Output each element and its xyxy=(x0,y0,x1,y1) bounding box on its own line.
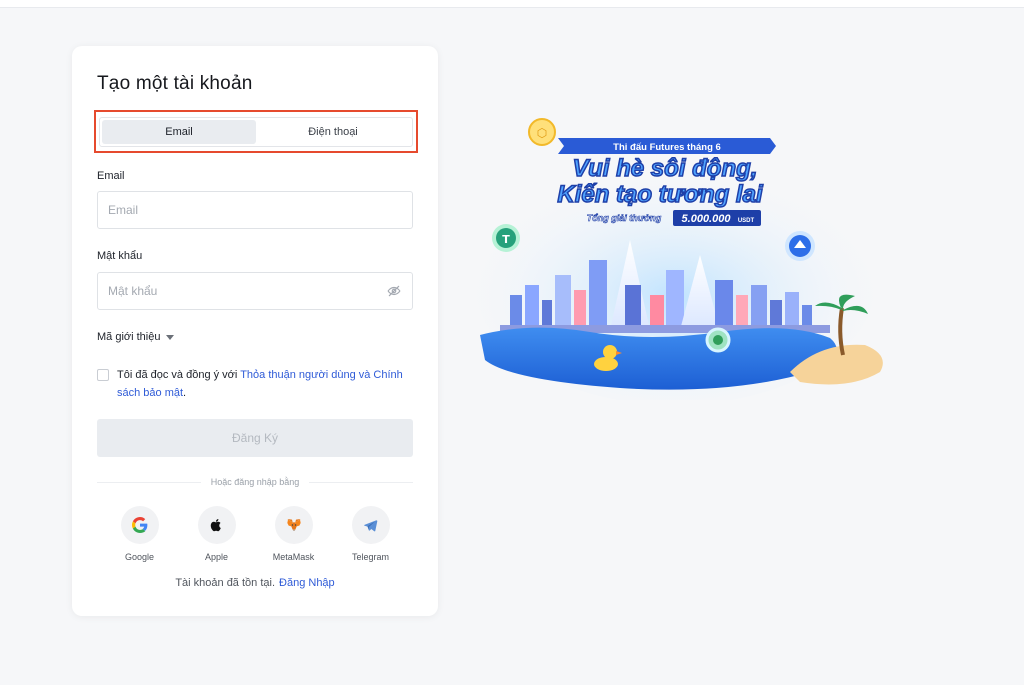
telegram-icon xyxy=(351,506,390,544)
promo-banner: ⬡ T Thi đấu Futures tháng 6 Vui hè sôi đ… xyxy=(475,118,883,400)
password-field-wrapper xyxy=(97,272,413,310)
google-icon xyxy=(120,506,159,544)
register-button[interactable]: Đăng Ký xyxy=(97,419,413,457)
divider-text: Hoặc đăng nhập bằng xyxy=(210,477,300,487)
svg-text:⬡: ⬡ xyxy=(537,126,547,140)
chevron-down-icon xyxy=(166,334,175,340)
chainlink-coin-icon: ⬡ xyxy=(528,118,556,146)
divider-line xyxy=(97,481,201,483)
prize-value: 5.000.000 xyxy=(682,213,732,225)
signup-method-tabs: Email Điện thoại xyxy=(99,117,413,147)
divider-line xyxy=(309,481,414,483)
page-title: Tạo một tài khoản xyxy=(97,73,253,94)
metamask-label: MetaMask xyxy=(272,552,315,562)
top-bar xyxy=(0,0,1024,8)
apple-login-button[interactable]: Apple xyxy=(187,506,247,562)
promo-headline-1: Vui hè sôi động, xyxy=(573,155,758,182)
svg-text:T: T xyxy=(502,233,510,246)
eye-off-icon[interactable] xyxy=(386,283,402,299)
password-label: Mật khẩu xyxy=(97,250,143,262)
login-row: Tài khoản đã tồn tại. Đăng Nhập xyxy=(72,577,438,589)
password-input[interactable] xyxy=(108,284,386,298)
telegram-login-button[interactable]: Telegram xyxy=(341,506,401,562)
promo-ribbon-text: Thi đấu Futures tháng 6 xyxy=(613,142,721,153)
apple-label: Apple xyxy=(204,552,229,562)
agreement-prefix: Tôi đã đọc và đồng ý với xyxy=(117,369,241,381)
referral-code-toggle[interactable]: Mã giới thiệu xyxy=(97,331,175,343)
tab-email[interactable]: Email xyxy=(102,120,256,144)
promo-headline-2: Kiến tạo tương lai xyxy=(557,181,764,208)
agreement-text: Tôi đã đọc và đồng ý với Thỏa thuận ngườ… xyxy=(117,366,413,402)
referral-label: Mã giới thiệu xyxy=(97,331,161,343)
google-label: Google xyxy=(124,552,155,562)
agreement-row: Tôi đã đọc và đồng ý với Thỏa thuận ngườ… xyxy=(97,366,413,402)
google-login-button[interactable]: Google xyxy=(110,506,170,562)
or-divider: Hoặc đăng nhập bằng xyxy=(97,476,414,488)
login-prompt: Tài khoản đã tồn tại. xyxy=(175,577,276,589)
email-label: Email xyxy=(97,170,125,182)
tether-coin-icon: T xyxy=(492,224,520,252)
promo-ribbon: Thi đấu Futures tháng 6 xyxy=(558,138,776,154)
telegram-label: Telegram xyxy=(351,552,389,562)
email-field-wrapper xyxy=(97,191,413,229)
prize-label: Tổng giải thưởng xyxy=(587,213,662,223)
metamask-login-button[interactable]: MetaMask xyxy=(264,506,324,562)
email-input[interactable] xyxy=(108,203,402,217)
metamask-icon xyxy=(274,506,313,544)
agreement-checkbox[interactable] xyxy=(97,369,109,381)
bubble-coin-icon xyxy=(705,327,731,353)
token-coin-icon xyxy=(785,231,815,261)
agreement-suffix: . xyxy=(183,387,187,399)
tab-phone[interactable]: Điện thoại xyxy=(256,120,410,144)
login-link[interactable]: Đăng Nhập xyxy=(279,577,335,589)
signup-card: Tạo một tài khoản Email Điện thoại Email… xyxy=(72,46,438,616)
social-login-list: Google Apple MetaMask Telegram xyxy=(97,506,413,562)
prize-unit: USDT xyxy=(738,218,755,224)
apple-icon xyxy=(197,506,236,544)
